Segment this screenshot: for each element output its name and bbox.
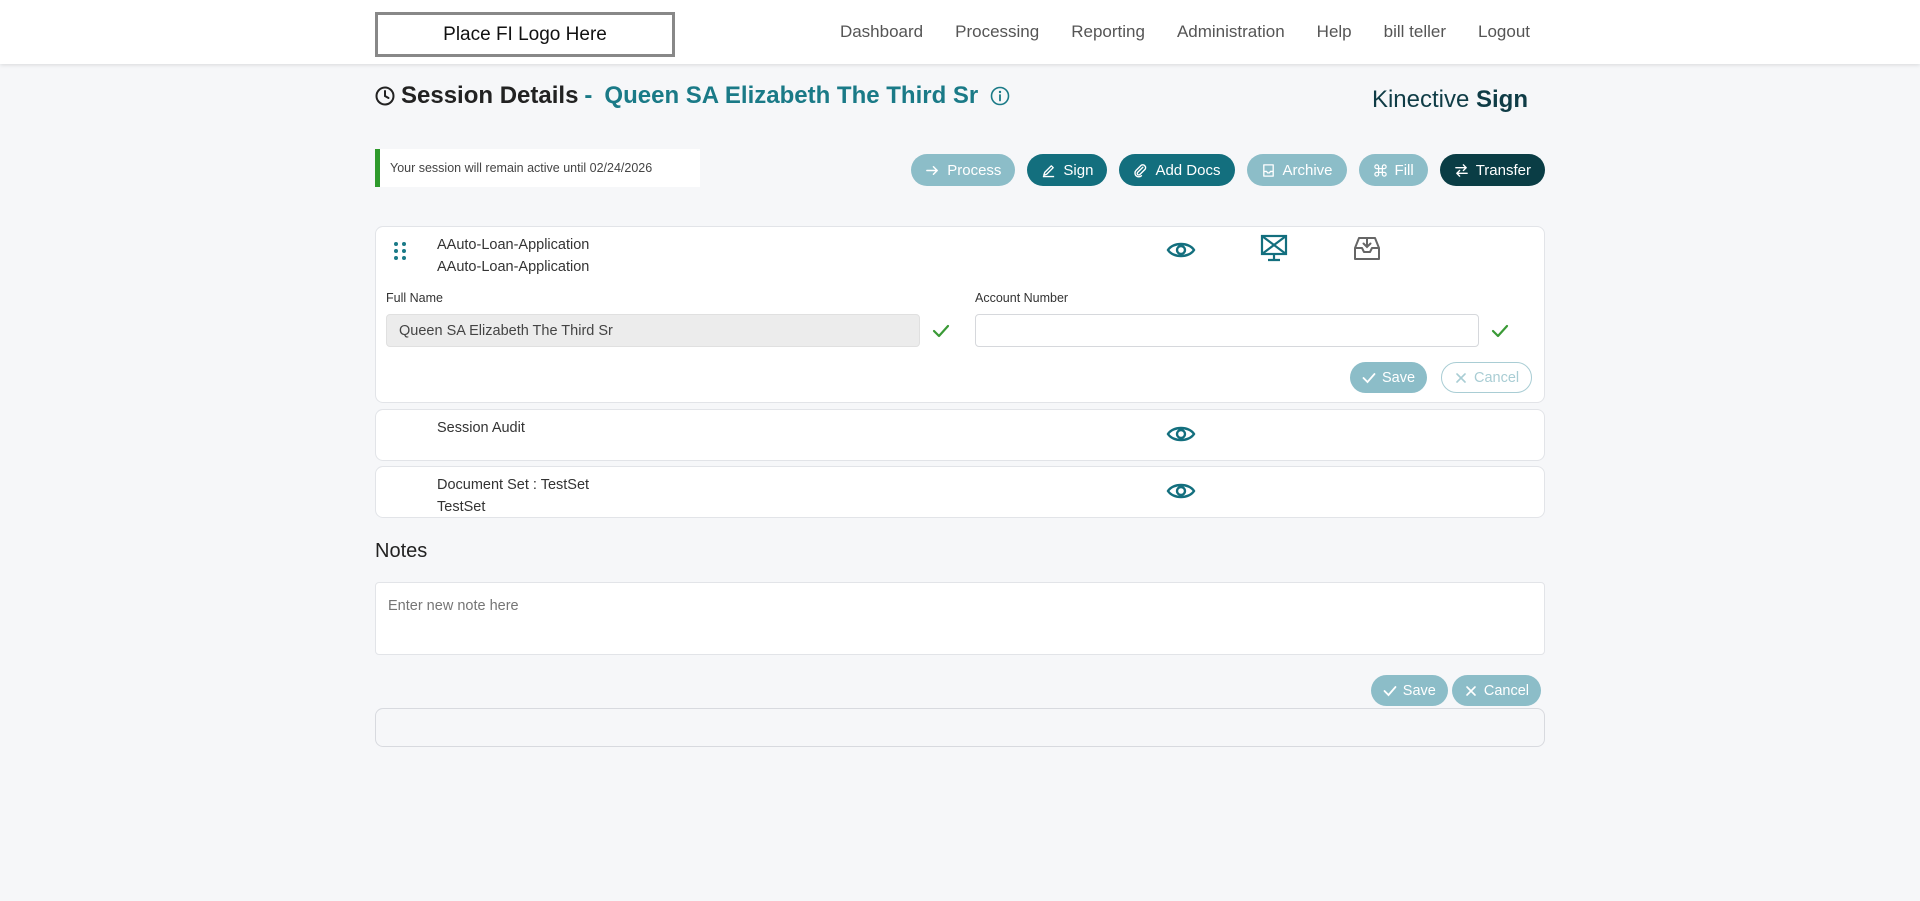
account-number-label: Account Number [975, 291, 1069, 305]
clock-icon [375, 86, 395, 106]
info-icon[interactable] [990, 86, 1010, 106]
account-number-field[interactable] [975, 314, 1479, 347]
command-icon [1373, 163, 1387, 177]
email-disabled-icon[interactable] [1259, 233, 1289, 263]
transfer-label: Transfer [1475, 161, 1531, 179]
nav-administration[interactable]: Administration [1177, 22, 1285, 42]
eye-icon[interactable] [1166, 419, 1196, 449]
document-name: Document Set : TestSet TestSet [437, 474, 589, 518]
process-button[interactable]: Process [911, 154, 1016, 186]
document-title: AAuto-Loan-Application [437, 237, 590, 253]
check-icon [1491, 324, 1509, 338]
document-card: Document Set : TestSet TestSet [375, 466, 1545, 518]
full-name-field[interactable]: Queen SA Elizabeth The Third Sr [386, 314, 920, 347]
cancel-note-label: Cancel [1483, 682, 1529, 699]
nav-user-menu[interactable]: bill teller [1384, 22, 1446, 42]
fi-logo-placeholder[interactable]: Place FI Logo Here [375, 12, 675, 57]
nav-dashboard[interactable]: Dashboard [840, 22, 923, 42]
full-name-label: Full Name [386, 291, 443, 305]
document-subtitle: AAuto-Loan-Application [437, 259, 590, 275]
document-card: AAuto-Loan-Application AAuto-Loan-Applic… [375, 226, 1545, 403]
cancel-button[interactable]: Cancel [1441, 362, 1533, 393]
new-note-input[interactable] [375, 582, 1545, 655]
pen-icon [1043, 164, 1055, 177]
check-icon [1383, 685, 1397, 696]
document-card: Session Audit [375, 409, 1545, 461]
drag-handle-icon[interactable] [392, 240, 408, 262]
session-expiry-banner: Your session will remain active until 02… [375, 149, 700, 187]
close-icon [1456, 372, 1466, 383]
eye-icon[interactable] [1166, 476, 1196, 506]
sign-label: Sign [1063, 161, 1094, 179]
cancel-note-button[interactable]: Cancel [1451, 675, 1541, 706]
eye-icon[interactable] [1166, 235, 1196, 265]
document-name: AAuto-Loan-Application AAuto-Loan-Applic… [437, 234, 589, 278]
nav-help[interactable]: Help [1317, 22, 1352, 42]
notes-actions: Save Cancel [1370, 675, 1541, 706]
arrow-right-icon [926, 165, 939, 175]
process-label: Process [947, 161, 1002, 179]
main-nav: Dashboard Processing Reporting Administr… [840, 0, 1530, 64]
session-header: Session Details - Queen SA Elizabeth The… [375, 82, 1010, 110]
transfer-arrows-icon [1454, 163, 1468, 177]
archive-button[interactable]: Archive [1246, 154, 1347, 186]
document-title: Session Audit [437, 420, 525, 436]
check-icon [1362, 372, 1376, 383]
document-subtitle: TestSet [437, 499, 486, 515]
document-title: Document Set : TestSet [437, 477, 590, 493]
session-actions: Process Sign Add Docs Archive Fill Trans… [911, 154, 1545, 186]
archive-icon [1262, 163, 1274, 177]
nav-logout[interactable]: Logout [1478, 22, 1530, 42]
fill-button[interactable]: Fill [1358, 154, 1428, 186]
nav-reporting[interactable]: Reporting [1071, 22, 1145, 42]
inbox-download-icon[interactable] [1352, 233, 1382, 263]
save-label: Save [1382, 369, 1416, 386]
save-note-label: Save [1402, 682, 1436, 699]
brand-bold: Sign [1476, 86, 1528, 113]
notes-heading: Notes [375, 540, 428, 562]
notes-list [375, 708, 1545, 747]
sign-button[interactable]: Sign [1027, 154, 1108, 186]
transfer-button[interactable]: Transfer [1439, 154, 1545, 186]
brand-light: Kinective [1371, 86, 1476, 113]
nav-processing[interactable]: Processing [955, 22, 1039, 42]
add-docs-button[interactable]: Add Docs [1119, 154, 1235, 186]
paperclip-icon [1134, 163, 1147, 178]
check-icon [932, 324, 950, 338]
archive-label: Archive [1282, 161, 1333, 179]
document-name: Session Audit [437, 417, 525, 439]
add-docs-label: Add Docs [1155, 161, 1221, 179]
top-navbar: Place FI Logo Here Dashboard Processing … [0, 0, 1920, 64]
save-note-button[interactable]: Save [1370, 675, 1448, 706]
page-title: Session Details [401, 82, 579, 109]
customer-name: Queen SA Elizabeth The Third Sr [604, 82, 979, 109]
fill-label: Fill [1394, 161, 1414, 179]
save-button[interactable]: Save [1350, 362, 1428, 393]
close-icon [1466, 685, 1476, 696]
cancel-label: Cancel [1474, 369, 1520, 386]
title-separator: - [584, 82, 593, 109]
kinective-sign-logo: Kinective Sign [1372, 86, 1528, 114]
